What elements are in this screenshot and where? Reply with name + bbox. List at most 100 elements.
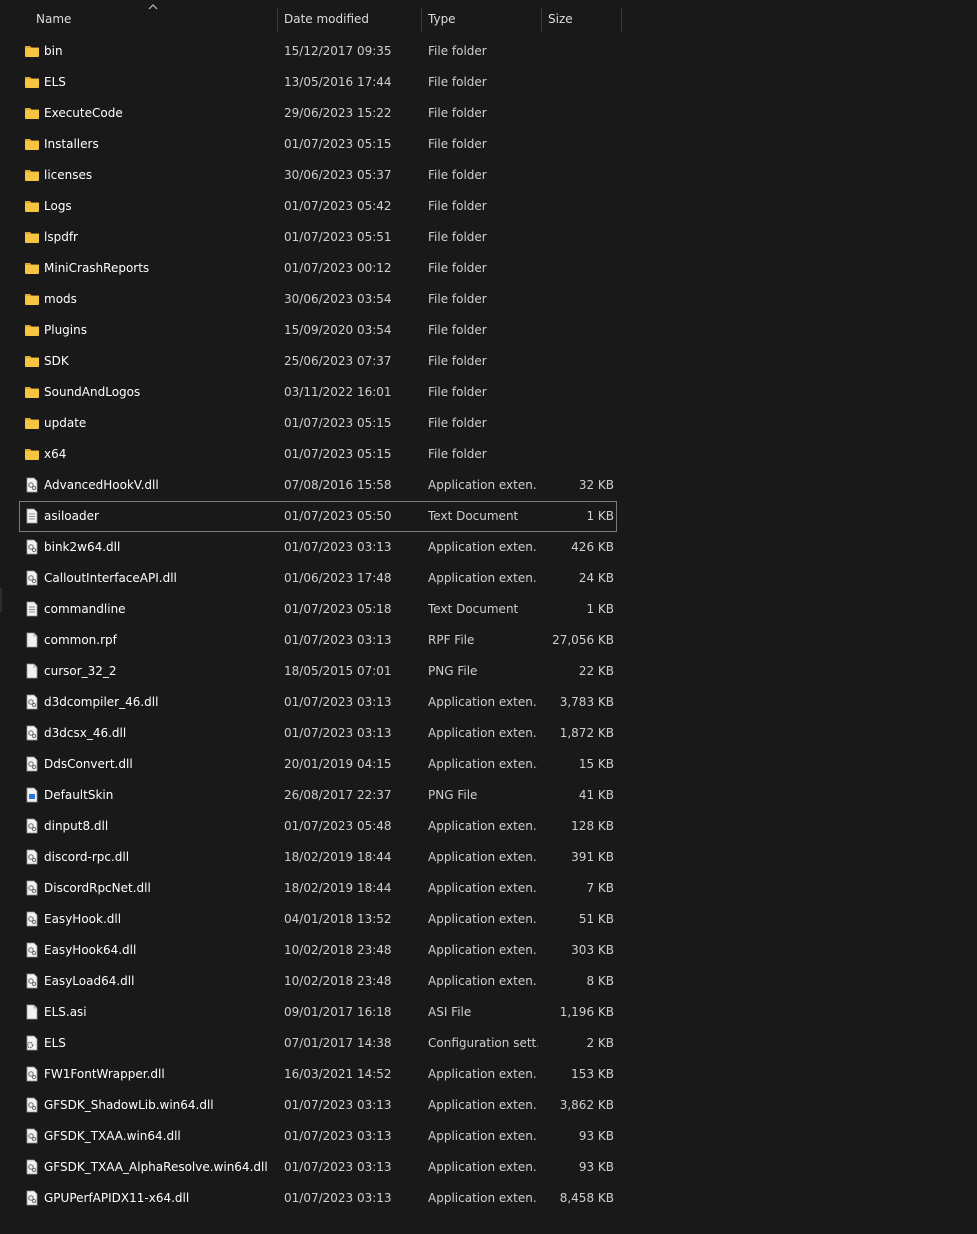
file-row[interactable]: x64 01/07/2023 05:15 File folder <box>0 439 977 470</box>
file-row[interactable]: EasyLoad64.dll 10/02/2018 23:48 Applicatio… <box>0 966 977 997</box>
file-type: Application exten... <box>428 1160 538 1174</box>
column-header-date-modified[interactable]: Date modified <box>277 0 421 38</box>
file-type: ASI File <box>428 1005 472 1019</box>
file-row[interactable]: GFSDK_TXAA_AlphaResolve.win64.dll 01/07/2… <box>0 1152 977 1183</box>
file-name: commandline <box>44 602 126 616</box>
dll-file-icon <box>24 694 40 710</box>
file-size: 3,862 KB <box>559 1098 614 1112</box>
file-type: Application exten... <box>428 943 538 957</box>
file-type: Application exten... <box>428 850 538 864</box>
file-row[interactable]: update 01/07/2023 05:15 File folder <box>0 408 977 439</box>
file-size <box>541 67 614 98</box>
file-name: DiscordRpcNet.dll <box>44 881 151 895</box>
dll-file-icon <box>24 973 40 989</box>
file-row[interactable]: common.rpf 01/07/2023 03:13 RPF File 27,056… <box>0 625 977 656</box>
file-size: 2 KB <box>586 1036 614 1050</box>
file-row[interactable]: ExecuteCode 29/06/2023 15:22 File folder <box>0 98 977 129</box>
file-name: SDK <box>44 354 69 368</box>
file-size <box>541 315 614 346</box>
file-date-modified: 18/05/2015 07:01 <box>284 664 392 678</box>
file-date-modified: 26/08/2017 22:37 <box>284 788 392 802</box>
file-date-modified: 03/11/2022 16:01 <box>284 385 392 399</box>
file-name: CalloutInterfaceAPI.dll <box>44 571 177 585</box>
file-row[interactable]: GFSDK_ShadowLib.win64.dll 01/07/2023 03:1… <box>0 1090 977 1121</box>
file-row[interactable]: SDK 25/06/2023 07:37 File folder <box>0 346 977 377</box>
column-divider[interactable] <box>621 8 622 32</box>
file-size: 7 KB <box>586 881 614 895</box>
file-type: File folder <box>428 292 487 306</box>
file-row[interactable]: DdsConvert.dll 20/01/2019 04:15 Applicatio… <box>0 749 977 780</box>
file-row[interactable]: bink2w64.dll 01/07/2023 03:13 Application … <box>0 532 977 563</box>
file-size: 303 KB <box>571 943 614 957</box>
file-row[interactable]: ELS 07/01/2017 14:38 Configuration sett...… <box>0 1028 977 1059</box>
file-row[interactable]: ELS.asi 09/01/2017 16:18 ASI File 1,196 KB <box>0 997 977 1028</box>
file-row[interactable]: DiscordRpcNet.dll 18/02/2019 18:44 Applica… <box>0 873 977 904</box>
column-header-bar: Name Date modified Type Size <box>0 0 977 38</box>
file-date-modified: 01/07/2023 05:15 <box>284 447 392 461</box>
file-type: RPF File <box>428 633 475 647</box>
file-row[interactable]: EasyHook64.dll 10/02/2018 23:48 Applicatio… <box>0 935 977 966</box>
file-type: Application exten... <box>428 974 538 988</box>
dll-file-icon <box>24 911 40 927</box>
file-name: d3dcsx_46.dll <box>44 726 127 740</box>
file-row[interactable]: discord-rpc.dll 18/02/2019 18:44 Applicati… <box>0 842 977 873</box>
dll-file-icon <box>24 849 40 865</box>
file-size <box>541 36 614 67</box>
file-size: 391 KB <box>571 850 614 864</box>
file-row[interactable]: ELS 13/05/2016 17:44 File folder <box>0 67 977 98</box>
file-row[interactable]: MiniCrashReports 01/07/2023 00:12 File fol… <box>0 253 977 284</box>
file-row[interactable]: SoundAndLogos 03/11/2022 16:01 File folder <box>0 377 977 408</box>
file-row[interactable]: commandline 01/07/2023 05:18 Text Document… <box>0 594 977 625</box>
file-name: Logs <box>44 199 72 213</box>
file-size: 32 KB <box>578 478 614 492</box>
column-header-type[interactable]: Type <box>421 0 541 38</box>
file-size: 93 KB <box>578 1160 614 1174</box>
file-type: Application exten... <box>428 881 538 895</box>
file-row[interactable]: mods 30/06/2023 03:54 File folder <box>0 284 977 315</box>
folder-icon <box>24 167 40 183</box>
file-size: 426 KB <box>571 540 614 554</box>
file-row[interactable]: DefaultSkin 26/08/2017 22:37 PNG File 41 KB <box>0 780 977 811</box>
file-size: 3,783 KB <box>559 695 614 709</box>
file-row[interactable]: GFSDK_TXAA.win64.dll 01/07/2023 03:13 Appl… <box>0 1121 977 1152</box>
file-type: Application exten... <box>428 1098 538 1112</box>
file-date-modified: 15/09/2020 03:54 <box>284 323 392 337</box>
file-date-modified: 10/02/2018 23:48 <box>284 943 392 957</box>
folder-icon <box>24 74 40 90</box>
column-header-size[interactable]: Size <box>541 0 621 38</box>
file-row[interactable]: GPUPerfAPIDX11-x64.dll 01/07/2023 03:13 Ap… <box>0 1183 977 1214</box>
file-row[interactable]: lspdfr 01/07/2023 05:51 File folder <box>0 222 977 253</box>
file-name: GFSDK_TXAA_AlphaResolve.win64.dll <box>44 1160 268 1174</box>
folder-icon <box>24 415 40 431</box>
file-row[interactable]: EasyHook.dll 04/01/2018 13:52 Application … <box>0 904 977 935</box>
file-row[interactable]: licenses 30/06/2023 05:37 File folder <box>0 160 977 191</box>
file-name: GFSDK_TXAA.win64.dll <box>44 1129 181 1143</box>
file-row[interactable]: bin 15/12/2017 09:35 File folder <box>0 36 977 67</box>
file-row[interactable]: Installers 01/07/2023 05:15 File folder <box>0 129 977 160</box>
file-row[interactable]: dinput8.dll 01/07/2023 05:48 Application e… <box>0 811 977 842</box>
file-name: ExecuteCode <box>44 106 123 120</box>
file-row[interactable]: FW1FontWrapper.dll 16/03/2021 14:52 Applic… <box>0 1059 977 1090</box>
file-row[interactable]: d3dcsx_46.dll 01/07/2023 03:13 Application… <box>0 718 977 749</box>
file-row[interactable]: CalloutInterfaceAPI.dll 01/06/2023 17:48 A… <box>0 563 977 594</box>
file-type: File folder <box>428 106 487 120</box>
file-row[interactable]: Logs 01/07/2023 05:42 File folder <box>0 191 977 222</box>
file-name: mods <box>44 292 77 306</box>
chevron-up-icon <box>148 3 158 13</box>
file-row-selected[interactable]: asiloader 01/07/2023 05:50 Text Document 1 … <box>19 501 617 532</box>
dll-file-icon <box>24 1159 40 1175</box>
file-row[interactable]: Plugins 15/09/2020 03:54 File folder <box>0 315 977 346</box>
file-row[interactable]: d3dcompiler_46.dll 01/07/2023 03:13 Applic… <box>0 687 977 718</box>
blank-file-icon <box>24 663 40 679</box>
dll-file-icon <box>24 539 40 555</box>
file-date-modified: 01/07/2023 05:15 <box>284 416 392 430</box>
file-row[interactable]: AdvancedHookV.dll 07/08/2016 15:58 Applica… <box>0 470 977 501</box>
file-name: SoundAndLogos <box>44 385 141 399</box>
file-type: Text Document <box>428 602 519 616</box>
blank-file-icon <box>24 632 40 648</box>
dll-file-icon <box>24 477 40 493</box>
file-size <box>541 253 614 284</box>
file-size: 8 KB <box>586 974 614 988</box>
file-type: Application exten... <box>428 1191 538 1205</box>
file-row[interactable]: cursor_32_2 18/05/2015 07:01 PNG File 22 KB <box>0 656 977 687</box>
